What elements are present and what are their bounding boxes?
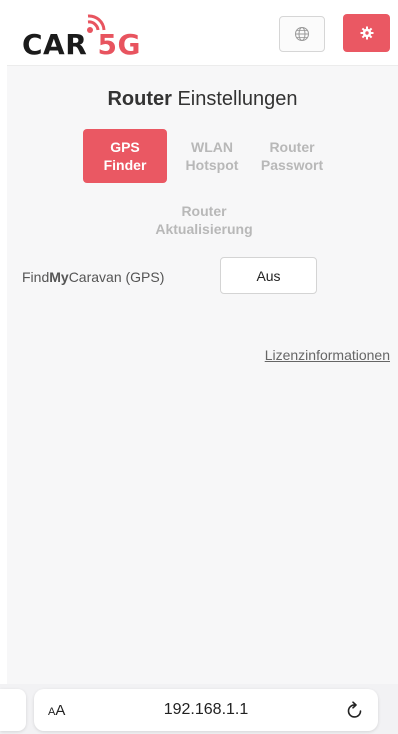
url-bar[interactable]: AA 192.168.1.1 (34, 689, 378, 731)
license-info-link[interactable]: Lizenzinformationen (265, 347, 390, 363)
tab-label: Hotspot (185, 157, 239, 173)
tab-label: WLAN (191, 139, 233, 155)
tab-label: Router (269, 139, 315, 155)
language-button[interactable] (279, 16, 325, 52)
gear-icon (360, 26, 373, 40)
reload-icon[interactable] (346, 700, 364, 720)
browser-toolbar: AA 192.168.1.1 (0, 684, 398, 734)
tab-wlan-hotspot[interactable]: WLAN Hotspot (177, 138, 247, 174)
tab-label: Router (181, 203, 227, 219)
car5g-logo[interactable]: CAR 5G (22, 14, 172, 61)
previous-tab-edge[interactable] (0, 689, 26, 731)
tab-label: Aktualisierung (155, 221, 253, 237)
globe-icon (295, 27, 309, 41)
tab-label: Finder (103, 157, 147, 173)
findmycaravan-label: FindMyCaravan (GPS) (22, 269, 165, 285)
tab-router-password[interactable]: Router Passwort (251, 138, 333, 174)
tab-label: GPS (110, 139, 140, 155)
tab-router-update[interactable]: Router Aktualisierung (134, 202, 274, 238)
tab-label: Passwort (260, 157, 324, 173)
gps-toggle-button[interactable]: Aus (220, 257, 317, 294)
tab-gps-finder[interactable]: GPS Finder (83, 129, 167, 183)
page-title: Router Einstellungen (107, 88, 298, 110)
app-page: CAR 5G Router Einstellungen GPS Finder W… (7, 8, 398, 684)
url-text: 192.168.1.1 (163, 701, 249, 718)
settings-button[interactable] (343, 14, 390, 52)
app-header: CAR 5G (7, 8, 398, 66)
logo-text: CAR 5G (22, 28, 141, 61)
